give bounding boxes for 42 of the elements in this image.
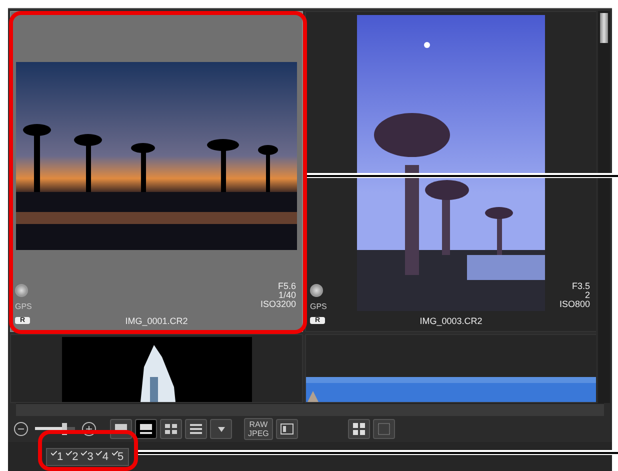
raw-jpeg-button[interactable]: RAW JPEG: [244, 418, 273, 440]
dropdown-button[interactable]: [210, 419, 232, 439]
gps-label: GPS: [15, 302, 32, 311]
iso-text: ISO800: [559, 300, 590, 309]
aperture-text: F3.5: [570, 282, 590, 291]
grid-view-icon: [165, 424, 177, 434]
zoom-out-icon[interactable]: [14, 422, 28, 436]
grid-icon: [352, 423, 365, 435]
shutter-text: 1/40: [277, 291, 296, 300]
check-icon: [66, 450, 72, 456]
view-mode-button[interactable]: [135, 419, 157, 439]
check-icon: [51, 450, 57, 456]
list-view-icon: [190, 424, 202, 434]
vertical-scrollbar[interactable]: [598, 11, 610, 403]
view-mode-button[interactable]: [185, 419, 207, 439]
gps-label: GPS: [310, 302, 327, 311]
zoom-in-icon[interactable]: [82, 422, 96, 436]
dotted-grid-icon: [378, 423, 390, 435]
shutter-text: 2: [584, 291, 590, 300]
gps-icon: [15, 284, 28, 297]
file-name: IMG_0001.CR2: [125, 316, 188, 326]
panel-icon: [280, 423, 294, 435]
check-icon: [81, 450, 88, 456]
iso-text: ISO3200: [260, 300, 296, 309]
thumbnail-card[interactable]: [10, 334, 303, 403]
rating-button[interactable]: 2: [65, 450, 80, 462]
aperture-text: F5.6: [276, 282, 296, 291]
thumbnail-card[interactable]: [305, 334, 596, 403]
gps-icon: [310, 284, 323, 297]
rating-button[interactable]: 3: [80, 450, 94, 462]
check-icon: [96, 450, 102, 456]
rating-button[interactable]: 4: [95, 450, 110, 462]
caret-icon: [218, 426, 224, 432]
horizontal-scrollbar[interactable]: [16, 403, 604, 416]
file-name: IMG_0003.CR2: [420, 316, 482, 326]
panel-button[interactable]: [276, 419, 298, 439]
view-mode-button[interactable]: [160, 419, 182, 439]
grid-button[interactable]: [348, 419, 370, 439]
check-icon: [112, 450, 118, 456]
filmstrip-view-icon: [140, 424, 152, 434]
rating-button[interactable]: 5: [110, 450, 125, 462]
rating-button[interactable]: 1: [50, 450, 64, 462]
